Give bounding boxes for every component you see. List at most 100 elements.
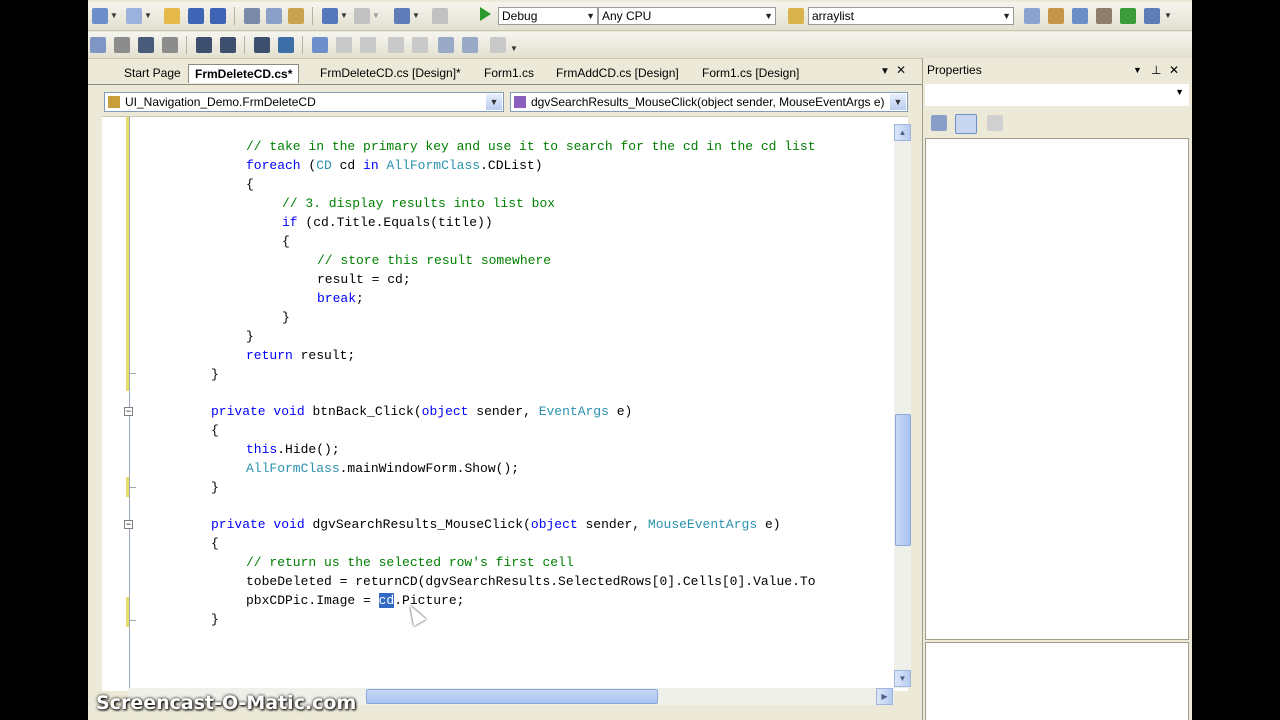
solution-explorer-icon[interactable] [1048,8,1064,24]
tab-form1-design[interactable]: Form1.cs [Design] [696,64,805,83]
tab-start-page[interactable]: Start Page [118,64,187,83]
code-editor[interactable]: − − // take in the primary key and use i… [102,116,908,691]
code-keyword: break [317,291,357,306]
complete-word-icon[interactable] [162,37,178,53]
active-files-dropdown-icon[interactable]: ▼ [880,66,890,77]
find-icon[interactable] [1024,8,1040,24]
code-keyword: object [530,517,578,532]
open-folder-icon[interactable] [164,8,180,24]
code-line: break; [317,289,364,308]
save-icon[interactable] [188,8,204,24]
class-icon [108,96,120,108]
vertical-scrollbar[interactable]: ▲ ▼ [894,124,911,688]
close-document-icon[interactable]: ✕ [896,63,906,77]
document-tab-strip: Start Page FrmDeleteCD.cs* FrmDeleteCD.c… [88,62,922,85]
close-icon[interactable]: ✕ [1169,60,1179,80]
next-bookmark-folder-icon[interactable] [412,37,428,53]
code-line: } [211,478,219,497]
navigate-forward-icon[interactable] [432,8,448,24]
scroll-up-icon[interactable]: ▲ [894,124,911,141]
find-combo[interactable]: arraylist ▼ [808,7,1014,25]
object-browser-icon[interactable] [1144,8,1160,24]
save-all-icon[interactable] [210,8,226,24]
chevron-down-icon[interactable]: ▼ [1002,8,1011,24]
chevron-down-icon[interactable]: ▼ [1175,87,1184,97]
toolbar-options-icon[interactable]: ▼ [510,44,518,53]
new-project-icon[interactable] [92,8,108,24]
configuration-combo[interactable]: Debug ▼ [498,7,598,25]
toolbar-separator [312,7,313,25]
parameter-info-icon[interactable] [138,37,154,53]
categorized-icon[interactable] [931,115,947,131]
tab-label: FrmDeleteCD.cs* [195,67,293,81]
member-list-icon[interactable] [114,37,130,53]
redo-icon[interactable] [354,8,370,24]
connect-database-icon[interactable] [90,37,106,53]
window-position-icon[interactable]: ▼ [1133,60,1142,80]
tab-label: Form1.cs [484,66,535,80]
decrease-indent-icon[interactable] [196,37,212,53]
copy-icon[interactable] [266,8,282,24]
chevron-down-icon[interactable]: ▼ [110,11,118,20]
clear-bookmarks-icon[interactable] [490,37,506,53]
tab-frmdeletecd-code[interactable]: FrmDeleteCD.cs* [188,64,300,83]
next-bookmark-document-icon[interactable] [462,37,478,53]
code-line: return result; [246,346,355,365]
vertical-scroll-thumb[interactable] [895,414,911,546]
alphabetical-icon[interactable] [955,114,977,134]
code-token: } [211,480,219,495]
comment-lines-icon[interactable] [254,37,270,53]
start-debugging-icon[interactable] [480,7,491,21]
scroll-right-icon[interactable]: ▶ [876,688,893,705]
tab-frmaddcd-design[interactable]: FrmAddCD.cs [Design] [550,64,685,83]
chevron-down-icon[interactable]: ▼ [340,11,348,20]
chevron-down-icon[interactable]: ▼ [486,94,502,110]
code-line: { [246,175,254,194]
property-pages-icon[interactable] [987,115,1003,131]
chevron-down-icon[interactable]: ▼ [586,8,595,24]
horizontal-scroll-thumb[interactable] [366,689,658,704]
find-in-files-icon[interactable] [788,8,804,24]
code-type: AllFormClass [386,158,481,173]
previous-bookmark-icon[interactable] [336,37,352,53]
types-combo[interactable]: UI_Navigation_Demo.FrmDeleteCD ▼ [104,92,504,112]
increase-indent-icon[interactable] [220,37,236,53]
uncomment-lines-icon[interactable] [278,37,294,53]
code-line: // take in the primary key and use it to… [246,137,816,156]
object-selector-combo[interactable]: ▼ [925,84,1189,106]
code-line: } [282,308,290,327]
navigate-backward-icon[interactable] [394,8,410,24]
properties-window-icon[interactable] [1072,8,1088,24]
platform-value: Any CPU [602,9,652,23]
scroll-down-icon[interactable]: ▼ [894,670,911,687]
toggle-bookmark-icon[interactable] [312,37,328,53]
code-token: .CDList) [480,158,543,173]
properties-toolbar [925,110,1187,136]
pin-icon[interactable]: ⊥ [1151,60,1161,80]
undo-icon[interactable] [322,8,338,24]
next-bookmark-icon[interactable] [360,37,376,53]
members-combo[interactable]: dgvSearchResults_MouseClick(object sende… [510,92,908,112]
cut-icon[interactable] [244,8,260,24]
chevron-down-icon[interactable]: ▼ [412,11,420,20]
chevron-down-icon[interactable]: ▼ [1164,11,1172,20]
toolbar-separator [186,36,187,54]
tab-form1-code[interactable]: Form1.cs [478,64,540,83]
platform-combo[interactable]: Any CPU ▼ [598,7,776,25]
chevron-down-icon[interactable]: ▼ [144,11,152,20]
changed-lines-indicator [126,597,129,627]
toolbox-icon[interactable] [1096,8,1112,24]
chevron-down-icon[interactable]: ▼ [372,11,380,20]
chevron-down-icon[interactable]: ▼ [764,8,773,24]
start-page-icon[interactable] [1120,8,1136,24]
add-item-icon[interactable] [126,8,142,24]
code-type: EventArgs [538,404,609,419]
property-grid[interactable] [925,138,1189,640]
previous-bookmark-document-icon[interactable] [438,37,454,53]
code-line: } [211,365,219,384]
selected-text: cd [378,593,395,608]
paste-icon[interactable] [288,8,304,24]
previous-bookmark-folder-icon[interactable] [388,37,404,53]
tab-frmdeletecd-design[interactable]: FrmDeleteCD.cs [Design]* [314,64,467,83]
chevron-down-icon[interactable]: ▼ [890,94,906,110]
